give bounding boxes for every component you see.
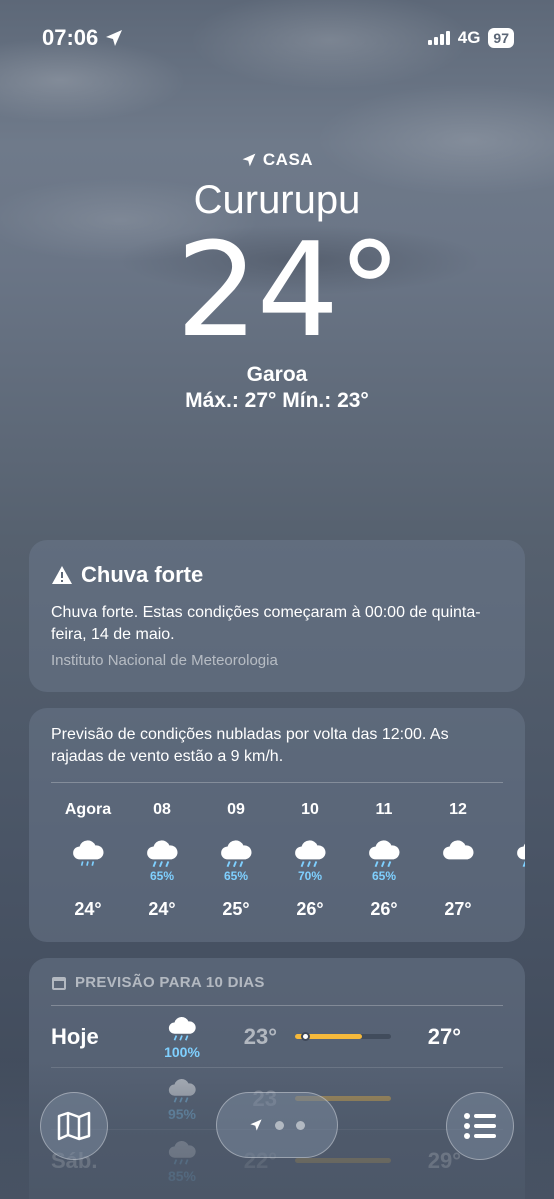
hour-label: Agora <box>64 801 112 818</box>
signal-icon <box>427 31 450 45</box>
current-weather: CASA Cururupu 24° Garoa Máx.: 27° Mín.: … <box>0 150 554 413</box>
rain-icon: 65% <box>347 837 421 883</box>
hour-label: 11 <box>375 801 393 818</box>
condition-text: Garoa <box>246 363 308 386</box>
alert-title: Chuva forte <box>51 562 503 588</box>
drizzle-icon <box>51 837 125 883</box>
hour-column: 09 65% 25° <box>199 801 273 920</box>
day-precip: 100% <box>164 1043 200 1060</box>
hour-temp: 26° <box>296 899 324 919</box>
rain-icon: 85% <box>151 1138 213 1184</box>
calendar-icon <box>52 976 66 990</box>
hour-precip: 65% <box>371 869 397 883</box>
status-bar: 07:06 4G 97 <box>0 22 554 54</box>
alert-text: Chuva forte. Estas condições começaram à… <box>51 604 481 643</box>
rain-icon: 70% <box>273 837 347 883</box>
rain-icon: 100% <box>151 1014 213 1060</box>
hour-column: 10 70% 26° <box>273 801 347 920</box>
rain-icon: 65% <box>199 837 273 883</box>
alert-source: Instituto Nacional de Meteorologia <box>51 652 278 669</box>
hour-column: 08 65% 24° <box>125 801 199 920</box>
hour-temp: 25° <box>222 899 250 919</box>
hour-temp: 2 <box>495 899 525 920</box>
list-button[interactable] <box>446 1092 514 1160</box>
page-indicator[interactable] <box>216 1092 338 1158</box>
hour-precip: 65% <box>149 869 175 883</box>
battery-icon: 97 <box>488 28 514 48</box>
alert-card[interactable]: Chuva forte Chuva forte. Estas condições… <box>29 540 525 692</box>
page-dot <box>296 1120 305 1130</box>
temp-range-bar <box>295 1032 391 1041</box>
ten-day-header: PREVISÃO PARA 10 DIAS <box>51 974 503 991</box>
map-button[interactable] <box>40 1092 108 1160</box>
hour-temp: 24° <box>148 899 176 919</box>
location-label: CASA <box>0 150 554 170</box>
current-temperature: 24° <box>175 214 402 366</box>
hour-temp: 24° <box>74 899 102 919</box>
hour-temp: 26° <box>370 899 398 919</box>
rain-icon: 60 <box>495 837 525 883</box>
hour-label: 12 <box>449 801 467 818</box>
hourly-list[interactable]: Agora 24° 08 65% 24° 09 65% 25° 10 70% 26° 11 65% 26°… <box>51 801 525 920</box>
network-label: 4G <box>457 28 481 47</box>
location-arrow-icon <box>242 153 256 167</box>
day-precip: 95% <box>167 1105 197 1122</box>
hour-label: 1 <box>495 801 525 823</box>
cloud-icon <box>421 837 495 883</box>
status-time: 07:06 <box>42 25 124 51</box>
day-high: 29° <box>427 1147 461 1173</box>
location-arrow-icon <box>106 30 123 46</box>
warning-icon <box>52 566 72 584</box>
rain-icon: 95% <box>151 1076 213 1122</box>
rain-icon: 65% <box>125 837 199 883</box>
high-low-text: Máx.: 27° Mín.: 23° <box>185 389 369 412</box>
day-row[interactable]: Hoje 100% 23° 27° <box>51 1005 503 1067</box>
hour-label: 08 <box>153 801 171 818</box>
hour-precip: 65% <box>223 869 249 883</box>
location-arrow-icon <box>250 1119 262 1131</box>
page-dot <box>275 1120 284 1130</box>
hour-column: Agora 24° <box>51 801 125 920</box>
hourly-forecast-card[interactable]: Previsão de condições nubladas por volta… <box>29 708 525 942</box>
hour-temp: 27° <box>444 899 472 919</box>
day-high: 27° <box>427 1023 461 1049</box>
temp-range-bar <box>295 1158 391 1163</box>
hourly-summary: Previsão de condições nubladas por volta… <box>51 726 449 765</box>
hour-label: 10 <box>301 801 319 818</box>
map-icon <box>57 1111 91 1141</box>
hour-precip: 70% <box>297 869 323 883</box>
hour-column: 11 65% 26° <box>347 801 421 920</box>
hour-column: 12 27° <box>421 801 495 920</box>
list-icon <box>464 1113 496 1139</box>
day-precip: 85% <box>167 1167 197 1184</box>
ten-day-forecast-card[interactable]: PREVISÃO PARA 10 DIAS Hoje 100% 23° 27° 95% 2… <box>29 958 525 1199</box>
hour-label: 09 <box>227 801 245 818</box>
temp-range-fill <box>295 1158 391 1163</box>
day-name: Hoje <box>51 1023 99 1049</box>
current-temp-marker <box>300 1032 310 1041</box>
hour-column: 1602 <box>495 801 525 920</box>
status-right: 4G 97 <box>427 28 514 48</box>
divider <box>51 782 503 783</box>
day-low: 23° <box>243 1023 277 1049</box>
